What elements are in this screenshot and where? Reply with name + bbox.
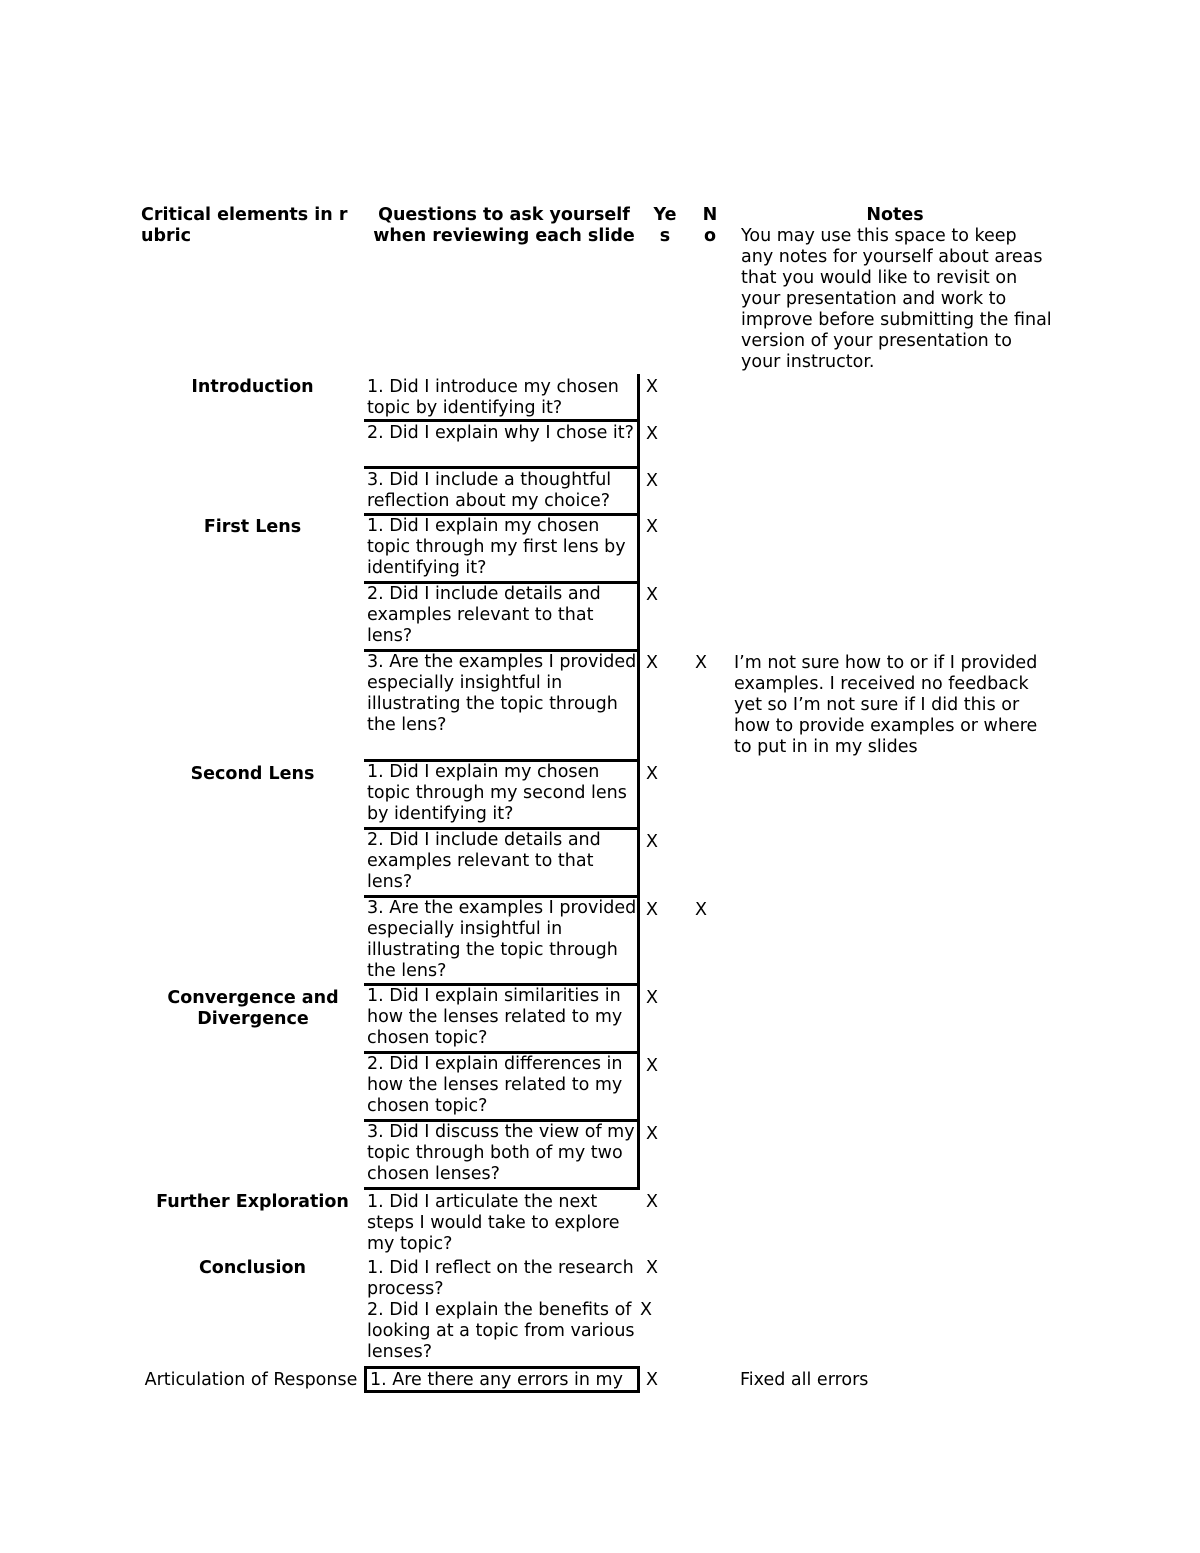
question-cell: 3. Are the examples I provided especiall…: [364, 652, 640, 762]
header-yes: Ye s: [650, 205, 680, 247]
yes-mark: X: [646, 832, 658, 852]
section-label-convergence-divergence: Convergence and Divergence: [167, 988, 339, 1029]
question-cell: 2. Did I include details and examples re…: [364, 584, 640, 652]
header-notes: Notes: [866, 205, 924, 225]
yes-mark: X: [646, 988, 658, 1008]
note-text: Fixed all errors: [740, 1370, 869, 1390]
yes-mark: X: [646, 1056, 658, 1076]
header-no-line2: o: [703, 226, 717, 246]
question-cell: 1. Did I introduce my chosen topic by id…: [364, 374, 640, 422]
yes-mark: X: [646, 653, 658, 673]
question-cell: 1. Did I reflect on the research process…: [367, 1258, 634, 1299]
no-mark: X: [695, 900, 707, 920]
section-label-introduction: Introduction: [191, 377, 314, 397]
header-questions: Questions to ask yourself when reviewing…: [373, 205, 635, 246]
question-cell: 2. Did I explain why I chose it?: [364, 422, 640, 469]
question-cell: 1. Did I explain similarities in how the…: [364, 986, 640, 1054]
question-cell: 3. Are the examples I provided especiall…: [364, 898, 640, 986]
yes-mark: X: [646, 1370, 658, 1390]
yes-mark: X: [646, 424, 658, 444]
section-label-second-lens: Second Lens: [190, 764, 315, 784]
question-cell: 2. Did I include details and examples re…: [364, 830, 640, 898]
yes-mark: X: [640, 1300, 652, 1320]
note-text: I’m not sure how to or if I provided exa…: [734, 653, 1038, 757]
yes-mark: X: [646, 471, 658, 491]
header-no: N o: [697, 205, 723, 247]
question-cell: 2. Did I explain differences in how the …: [364, 1054, 640, 1122]
section-label-further-exploration: Further Exploration: [156, 1192, 349, 1212]
section-label-articulation: Articulation of Response: [144, 1370, 358, 1390]
header-critical-line1: Critical elements in r: [141, 205, 348, 225]
header-yes-line2: s: [659, 226, 671, 246]
yes-mark: X: [646, 517, 658, 537]
section-label-first-lens: First Lens: [203, 517, 302, 537]
question-cell: 3. Did I include a thoughtful reflection…: [364, 469, 640, 516]
notes-description: You may use this space to keep any notes…: [741, 226, 1052, 372]
header-no-line1: N: [702, 205, 718, 225]
yes-mark: X: [646, 764, 658, 784]
yes-mark: X: [646, 1124, 658, 1144]
question-cell: 1. Did I articulate the next steps I wou…: [367, 1192, 620, 1254]
yes-mark: X: [646, 1192, 658, 1212]
question-cell: 1. Did I explain my chosen topic through…: [364, 516, 640, 584]
yes-mark: X: [646, 900, 658, 920]
header-critical-elements: Critical elements in r ubric: [141, 205, 356, 247]
header-critical-line2: ubric: [141, 226, 191, 246]
header-yes-line1: Ye: [653, 205, 677, 225]
question-cell: 3. Did I discuss the view of my topic th…: [364, 1122, 640, 1190]
yes-mark: X: [646, 377, 658, 397]
yes-mark: X: [646, 585, 658, 605]
question-cell: 2. Did I explain the benefits of looking…: [367, 1300, 635, 1362]
section-label-conclusion: Conclusion: [198, 1258, 307, 1278]
no-mark: X: [695, 653, 707, 673]
question-cell: 1. Are there any errors in my: [364, 1366, 640, 1393]
question-cell: 1. Did I explain my chosen topic through…: [364, 762, 640, 830]
yes-mark: X: [646, 1258, 658, 1278]
